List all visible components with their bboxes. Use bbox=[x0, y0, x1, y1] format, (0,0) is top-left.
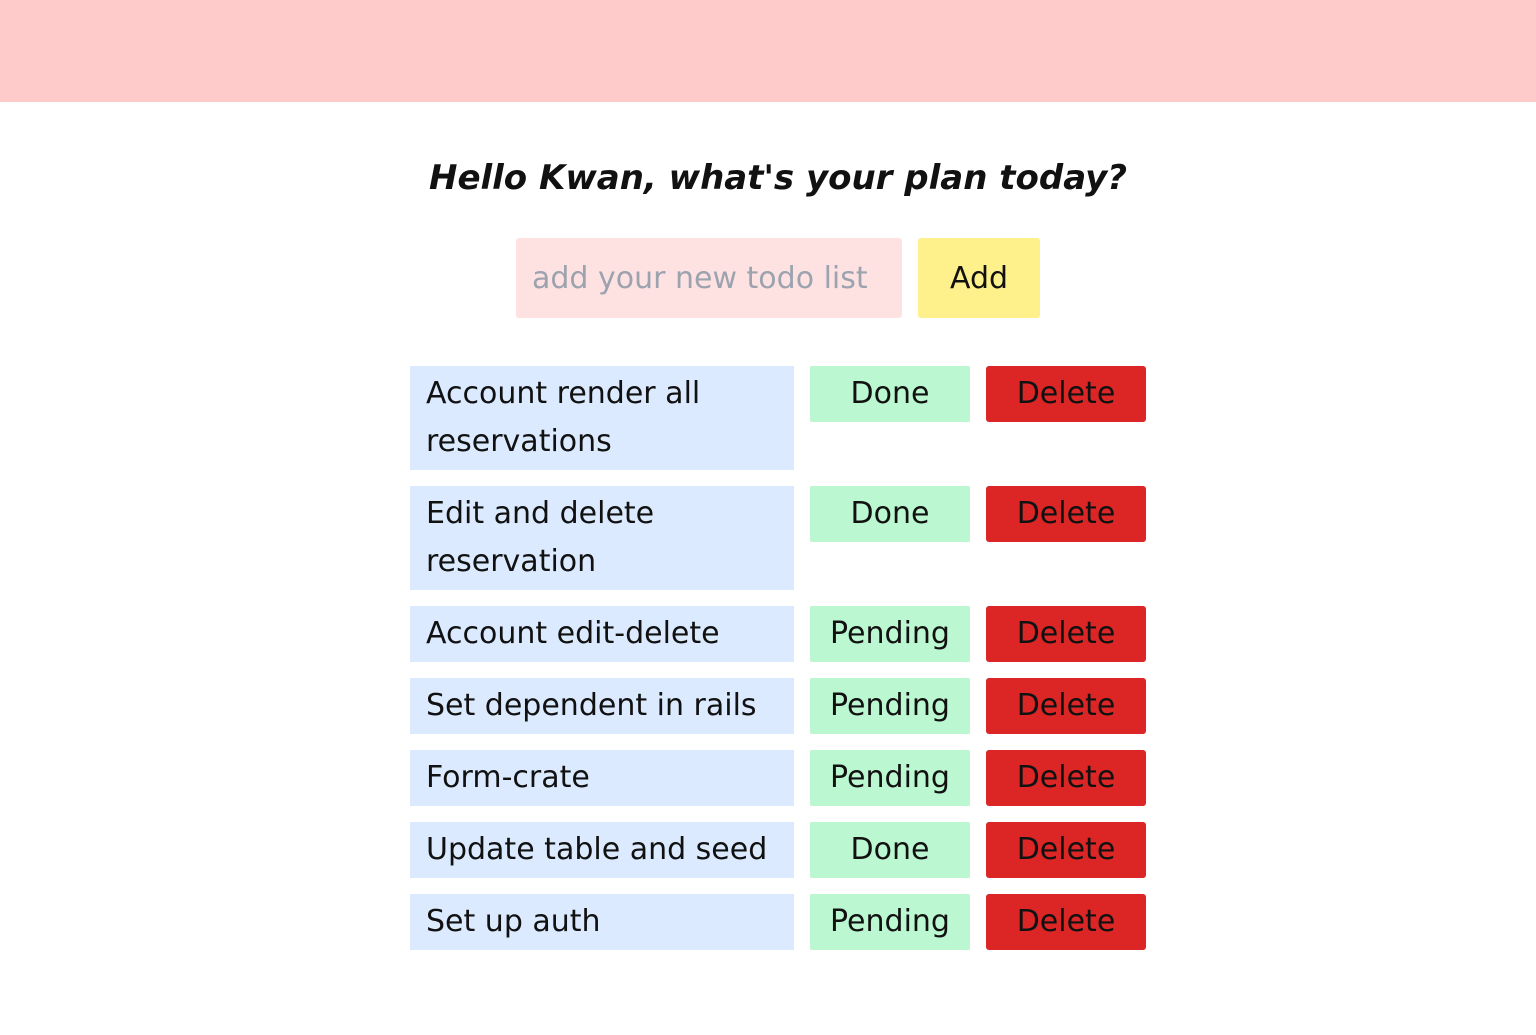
todo-text: Edit and delete reservation bbox=[410, 486, 794, 590]
todo-text: Set dependent in rails bbox=[410, 678, 794, 734]
status-button[interactable]: Pending bbox=[810, 894, 970, 950]
todo-item: Set dependent in rails Pending Delete bbox=[410, 678, 1146, 734]
todo-item: Edit and delete reservation Done Delete bbox=[410, 486, 1146, 590]
status-button[interactable]: Done bbox=[810, 486, 970, 542]
todo-item: Form-crate Pending Delete bbox=[410, 750, 1146, 806]
delete-button[interactable]: Delete bbox=[986, 822, 1146, 878]
todo-item: Update table and seed Done Delete bbox=[410, 822, 1146, 878]
status-button[interactable]: Pending bbox=[810, 678, 970, 734]
status-button[interactable]: Done bbox=[810, 822, 970, 878]
new-todo-input[interactable] bbox=[516, 238, 902, 318]
add-todo-form: Add bbox=[516, 238, 1040, 318]
todo-item: Set up auth Pending Delete bbox=[410, 894, 1146, 950]
delete-button[interactable]: Delete bbox=[986, 894, 1146, 950]
todo-text: Account edit-delete bbox=[410, 606, 794, 662]
todo-text: Account render all reservations bbox=[410, 366, 794, 470]
todo-item: Account render all reservations Done Del… bbox=[410, 366, 1146, 470]
greeting-heading: Hello Kwan, what's your plan today? bbox=[428, 158, 1127, 198]
add-button[interactable]: Add bbox=[918, 238, 1040, 318]
todo-text: Set up auth bbox=[410, 894, 794, 950]
status-button[interactable]: Done bbox=[810, 366, 970, 422]
delete-button[interactable]: Delete bbox=[986, 606, 1146, 662]
delete-button[interactable]: Delete bbox=[986, 366, 1146, 422]
todo-text: Form-crate bbox=[410, 750, 794, 806]
delete-button[interactable]: Delete bbox=[986, 678, 1146, 734]
status-button[interactable]: Pending bbox=[810, 606, 970, 662]
delete-button[interactable]: Delete bbox=[986, 750, 1146, 806]
todo-list: Account render all reservations Done Del… bbox=[410, 366, 1146, 966]
top-banner bbox=[0, 0, 1536, 102]
status-button[interactable]: Pending bbox=[810, 750, 970, 806]
todo-text: Update table and seed bbox=[410, 822, 794, 878]
delete-button[interactable]: Delete bbox=[986, 486, 1146, 542]
todo-item: Account edit-delete Pending Delete bbox=[410, 606, 1146, 662]
